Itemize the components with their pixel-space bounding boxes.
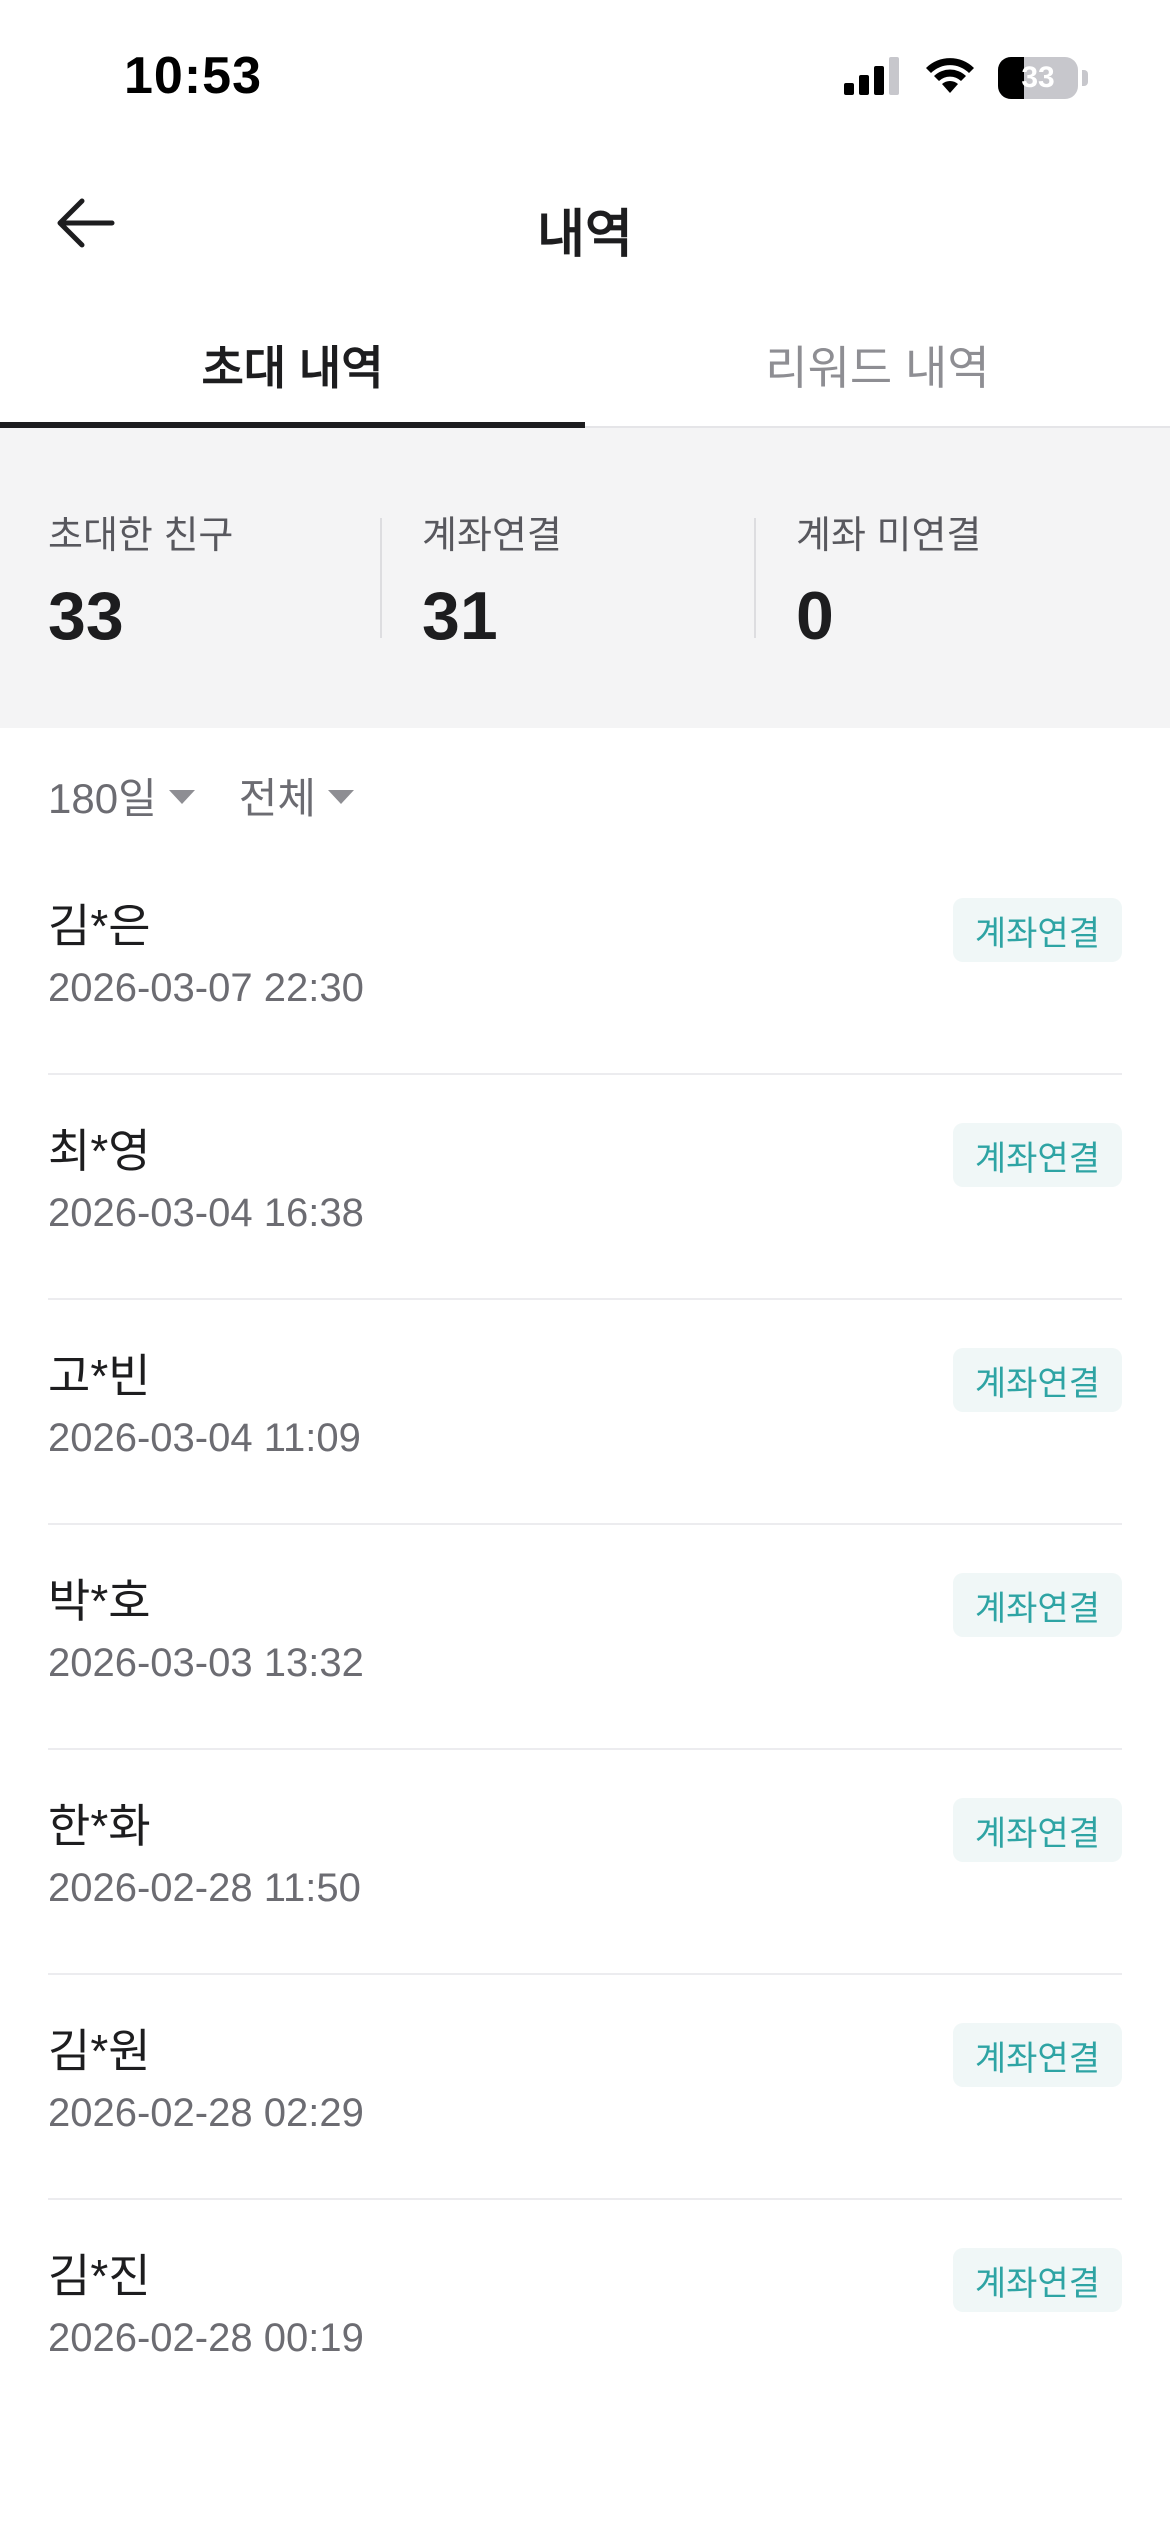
invite-list: 김*은 2026-03-07 22:30 계좌연결 최*영 2026-03-04…: [48, 850, 1122, 2425]
status-badge: 계좌연결: [952, 1123, 1122, 1187]
summary-account-unlinked: 계좌 미연결 0: [754, 428, 1170, 728]
tab-bar: 초대 내역 리워드 내역: [0, 300, 1170, 428]
friend-name: 한*화: [48, 1800, 151, 1852]
tab-invite-history[interactable]: 초대 내역: [0, 300, 585, 428]
battery-percent: 33: [1021, 61, 1055, 94]
invite-date: 2026-02-28 00:19: [48, 2316, 364, 2360]
friend-name: 박*호: [48, 1575, 151, 1627]
summary-panel: 초대한 친구 33 계좌연결 31 계좌 미연결 0: [0, 428, 1170, 728]
summary-invited-friends: 초대한 친구 33: [48, 428, 422, 728]
summary-label: 계좌연결: [422, 515, 562, 557]
list-item[interactable]: 박*호 2026-03-03 13:32 계좌연결: [48, 1525, 1122, 1750]
friend-name: 고*빈: [48, 1350, 151, 1402]
invite-date: 2026-03-07 22:30: [48, 966, 364, 1010]
list-item[interactable]: 김*원 2026-02-28 02:29 계좌연결: [48, 1975, 1122, 2200]
friend-name: 김*진: [48, 2250, 151, 2302]
summary-label: 계좌 미연결: [796, 515, 982, 557]
list-item[interactable]: 김*은 2026-03-07 22:30 계좌연결: [48, 850, 1122, 1075]
divider: [754, 518, 756, 638]
invite-date: 2026-03-03 13:32: [48, 1641, 364, 1685]
battery-icon: 33: [998, 57, 1078, 99]
list-item[interactable]: 최*영 2026-03-04 16:38 계좌연결: [48, 1075, 1122, 1300]
status-icons: 33: [844, 56, 1088, 100]
status-badge: 계좌연결: [952, 898, 1122, 962]
wifi-icon: [924, 57, 976, 100]
status-bar: 10:53 33: [0, 0, 1170, 150]
summary-value: 33: [48, 578, 124, 654]
caret-down-icon: [168, 790, 195, 804]
list-item[interactable]: 한*화 2026-02-28 11:50 계좌연결: [48, 1750, 1122, 1975]
status-filter-dropdown[interactable]: 전체: [239, 760, 354, 830]
friend-name: 김*원: [48, 2025, 151, 2077]
tab-reward-history[interactable]: 리워드 내역: [585, 300, 1170, 428]
page-title: 내역: [537, 206, 633, 264]
status-badge: 계좌연결: [952, 2023, 1122, 2087]
filter-label: 전체: [238, 774, 316, 822]
status-badge: 계좌연결: [952, 1798, 1122, 1862]
invite-date: 2026-02-28 02:29: [48, 2091, 364, 2135]
summary-account-linked: 계좌연결 31: [380, 428, 796, 728]
friend-name: 김*은: [48, 900, 151, 952]
invite-date: 2026-03-04 11:09: [48, 1416, 361, 1460]
list-item[interactable]: 고*빈 2026-03-04 11:09 계좌연결: [48, 1300, 1122, 1525]
battery-tip: [1082, 70, 1088, 86]
status-badge: 계좌연결: [952, 1348, 1122, 1412]
friend-name: 최*영: [48, 1125, 151, 1177]
summary-label: 초대한 친구: [48, 515, 234, 557]
divider: [380, 518, 382, 638]
list-item[interactable]: 김*진 2026-02-28 00:19 계좌연결: [48, 2200, 1122, 2425]
status-badge: 계좌연결: [952, 1573, 1122, 1637]
nav-bar: 내역: [0, 150, 1170, 300]
invite-date: 2026-02-28 11:50: [48, 1866, 361, 1910]
caret-down-icon: [328, 790, 354, 804]
filter-bar: 180일 전체: [48, 760, 354, 830]
summary-value: 31: [422, 578, 498, 654]
status-badge: 계좌연결: [952, 2248, 1122, 2312]
period-filter-dropdown[interactable]: 180일: [48, 760, 195, 830]
summary-value: 0: [796, 578, 834, 654]
cellular-signal-icon: [844, 56, 902, 100]
status-time: 10:53: [124, 47, 262, 105]
filter-label: 180일: [48, 774, 157, 822]
invite-date: 2026-03-04 16:38: [48, 1191, 364, 1235]
